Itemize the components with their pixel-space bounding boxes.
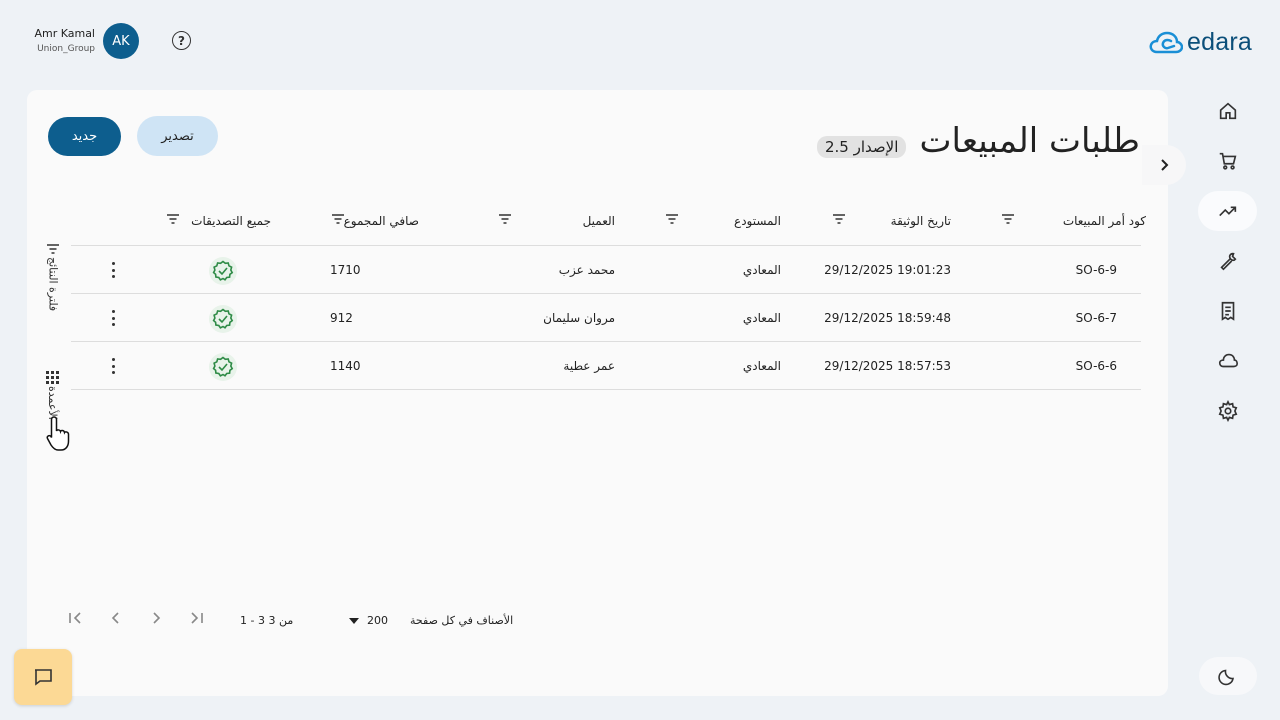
- logo-text: edara: [1187, 28, 1252, 56]
- filter-icon[interactable]: [166, 213, 180, 225]
- approved-check-icon[interactable]: [209, 257, 237, 285]
- order-code[interactable]: SO-6-6: [1076, 342, 1117, 389]
- chat-icon: [35, 669, 52, 686]
- nav-sales[interactable]: [1198, 191, 1257, 231]
- edara-logo: edara: [1149, 28, 1252, 57]
- version-badge: الإصدار 2.5: [817, 136, 907, 158]
- order-code[interactable]: SO-6-7: [1076, 294, 1117, 341]
- previous-page-icon[interactable]: [107, 608, 125, 628]
- caret-down-icon: [349, 617, 359, 624]
- net-total: 1140: [330, 358, 361, 373]
- page-title: طلبات المبيعات: [919, 121, 1140, 161]
- receipt-icon: [1221, 301, 1234, 321]
- items-per-page-label: الأصناف في كل صفحة: [410, 614, 514, 627]
- nav-sales-cart[interactable]: [1198, 141, 1257, 181]
- net-total: 912: [330, 310, 353, 325]
- chat-button[interactable]: [14, 649, 72, 705]
- document-date: 29/12/2025 18:59:48: [824, 310, 951, 325]
- cloud-icon: [1218, 353, 1238, 368]
- cloud-logo-icon: [1149, 31, 1184, 53]
- nav-home[interactable]: [1198, 91, 1257, 131]
- col-all-approvals[interactable]: جميع التصديقات: [191, 196, 271, 245]
- last-page-icon[interactable]: [187, 608, 205, 628]
- trending-up-icon: [1218, 206, 1236, 217]
- nav-cloud[interactable]: [1198, 341, 1257, 381]
- grid-icon: [46, 371, 59, 384]
- filter-icon[interactable]: [665, 213, 679, 225]
- warehouse: المعادي: [742, 358, 781, 373]
- filter-icon[interactable]: [832, 213, 846, 225]
- filter-icon[interactable]: [498, 213, 512, 225]
- col-customer[interactable]: العميل: [583, 196, 615, 245]
- filter-results-toggle[interactable]: فلترة النتائج: [46, 243, 60, 311]
- customer: مروان سليمان: [543, 310, 615, 325]
- customer: عمر عطية: [563, 358, 615, 373]
- user-profile[interactable]: Amr Kamal Union_Group AK: [24, 22, 144, 62]
- page-range: 1 - 3 من 3: [240, 614, 294, 627]
- help-icon[interactable]: ?: [172, 31, 191, 50]
- chevron-right-icon: [1161, 159, 1169, 171]
- sales-orders-table: كود أمر المبيعات تاريخ الوثيقة المستودع …: [71, 196, 1146, 390]
- page-size-select[interactable]: 200: [349, 614, 388, 627]
- export-button[interactable]: تصدير: [137, 116, 218, 156]
- order-code[interactable]: SO-6-9: [1076, 246, 1117, 293]
- col-document-date[interactable]: تاريخ الوثيقة: [891, 196, 951, 245]
- filter-icon[interactable]: [1001, 213, 1015, 225]
- cart-icon: [1219, 152, 1236, 170]
- table-header: كود أمر المبيعات تاريخ الوثيقة المستودع …: [71, 196, 1146, 246]
- table-row[interactable]: SO-6-9 29/12/2025 19:01:23 المعادي محمد …: [71, 246, 1141, 294]
- table-row[interactable]: SO-6-6 29/12/2025 18:57:53 المعادي عمر ع…: [71, 342, 1141, 390]
- net-total: 1710: [330, 262, 361, 277]
- dark-mode-toggle[interactable]: [1199, 657, 1257, 695]
- customer: محمد عزب: [558, 262, 615, 277]
- row-menu-icon[interactable]: [109, 260, 117, 280]
- col-net-total[interactable]: صافي المجموع: [344, 196, 419, 245]
- nav-tools[interactable]: [1198, 241, 1257, 281]
- main-card: [27, 90, 1168, 696]
- col-warehouse[interactable]: المستودع: [734, 196, 781, 245]
- home-icon: [1219, 102, 1236, 120]
- next-page-icon[interactable]: [147, 608, 165, 628]
- row-menu-icon[interactable]: [109, 356, 117, 376]
- collapse-sidebar-button[interactable]: [1142, 145, 1186, 185]
- document-date: 29/12/2025 19:01:23: [824, 262, 951, 277]
- wrench-icon: [1219, 252, 1237, 271]
- row-menu-icon[interactable]: [109, 308, 117, 328]
- warehouse: المعادي: [742, 310, 781, 325]
- nav-documents[interactable]: [1198, 291, 1257, 331]
- filter-icon: [47, 244, 59, 254]
- moon-icon: [1218, 669, 1234, 686]
- nav-settings[interactable]: [1198, 391, 1257, 431]
- user-name: Amr Kamal: [34, 27, 95, 40]
- gear-icon: [1218, 400, 1237, 422]
- user-organization: Union_Group: [37, 44, 95, 54]
- avatar[interactable]: AK: [103, 23, 139, 59]
- approved-check-icon[interactable]: [209, 353, 237, 381]
- new-button[interactable]: جديد: [48, 117, 121, 156]
- approved-check-icon[interactable]: [209, 305, 237, 333]
- columns-toggle[interactable]: الأعمدة: [46, 371, 59, 420]
- filter-icon[interactable]: [331, 213, 345, 225]
- warehouse: المعادي: [742, 262, 781, 277]
- col-order-code[interactable]: كود أمر المبيعات: [1063, 196, 1146, 245]
- document-date: 29/12/2025 18:57:53: [824, 358, 951, 373]
- first-page-icon[interactable]: [67, 608, 85, 628]
- filter-results-label: فلترة النتائج: [46, 257, 60, 312]
- page-size-value: 200: [367, 614, 388, 627]
- hand-cursor-icon: [46, 416, 70, 451]
- table-row[interactable]: SO-6-7 29/12/2025 18:59:48 المعادي مروان…: [71, 294, 1141, 342]
